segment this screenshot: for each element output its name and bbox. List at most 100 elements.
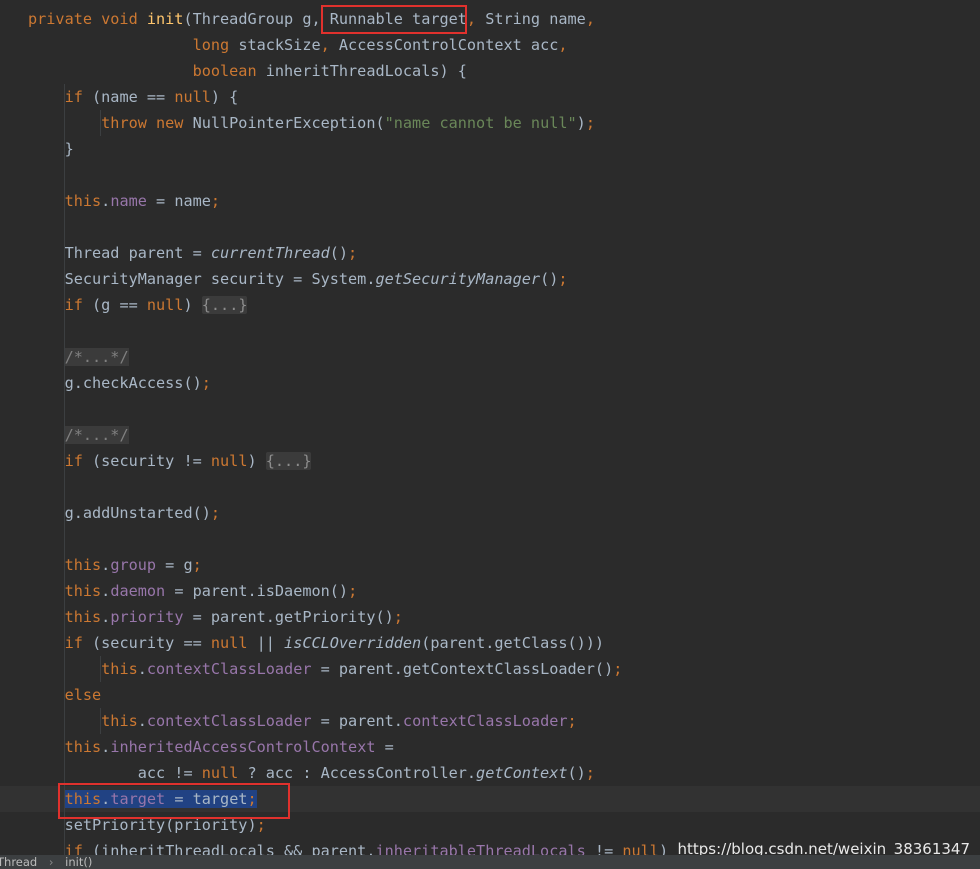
collapsed-comment[interactable]: /*...*/ bbox=[64, 426, 129, 444]
indent-guide bbox=[100, 708, 101, 734]
indent-guide bbox=[64, 110, 65, 136]
keyword-token: , bbox=[320, 36, 339, 54]
keyword-token: this bbox=[101, 712, 138, 730]
code-line[interactable]: g.addUnstarted(); bbox=[0, 500, 980, 526]
code-line[interactable]: if (security == null || isCCLOverridden(… bbox=[0, 630, 980, 656]
code-line[interactable]: this.inheritedAccessControlContext = bbox=[0, 734, 980, 760]
field-token: daemon bbox=[110, 582, 166, 600]
code-token: . bbox=[101, 582, 111, 600]
code-token: . bbox=[101, 738, 111, 756]
keyword-token: ; bbox=[585, 764, 595, 782]
breadcrumb-item-thread[interactable]: Thread bbox=[0, 855, 37, 869]
indent-guide bbox=[64, 578, 65, 604]
field-token: name bbox=[110, 192, 147, 210]
code-line[interactable]: if (security != null) {...} bbox=[0, 448, 980, 474]
code-token: NullPointerException( bbox=[192, 114, 385, 132]
field-token: contextClassLoader bbox=[146, 660, 312, 678]
code-line[interactable]: long stackSize, AccessControlContext acc… bbox=[0, 32, 980, 58]
keyword-token: this bbox=[64, 556, 102, 574]
code-line[interactable]: this.daemon = parent.isDaemon(); bbox=[0, 578, 980, 604]
keyword-token: long bbox=[192, 36, 239, 54]
code-line[interactable] bbox=[0, 162, 980, 188]
keyword-token: null bbox=[210, 634, 257, 652]
folded-block[interactable]: {...} bbox=[265, 452, 312, 470]
indent-guide bbox=[64, 448, 65, 474]
keyword-token: this bbox=[64, 738, 102, 756]
code-line[interactable] bbox=[0, 396, 980, 422]
chevron-right-icon: › bbox=[48, 855, 54, 869]
code-line[interactable] bbox=[0, 318, 980, 344]
code-line[interactable]: /*...*/ bbox=[0, 344, 980, 370]
code-editor[interactable]: private void init(ThreadGroup g, Runnabl… bbox=[0, 6, 980, 864]
code-line[interactable] bbox=[0, 214, 980, 240]
indent-guide bbox=[64, 318, 65, 344]
indent-guide bbox=[64, 604, 65, 630]
code-line[interactable]: this.contextClassLoader = parent.context… bbox=[0, 708, 980, 734]
code-line[interactable]: if (g == null) {...} bbox=[0, 292, 980, 318]
indent-guide bbox=[100, 656, 101, 682]
code-token: ) { bbox=[210, 88, 239, 106]
keyword-token: ; bbox=[348, 244, 358, 262]
keyword-token: ; bbox=[393, 608, 403, 626]
code-token: . bbox=[101, 556, 111, 574]
indent-guide bbox=[64, 370, 65, 396]
code-line[interactable]: this.group = g; bbox=[0, 552, 980, 578]
code-token: = name bbox=[146, 192, 211, 210]
highlight-box-runnable-target bbox=[321, 5, 467, 34]
code-line[interactable]: g.checkAccess(); bbox=[0, 370, 980, 396]
code-line[interactable]: /*...*/ bbox=[0, 422, 980, 448]
keyword-token: ; bbox=[558, 270, 568, 288]
keyword-token: if bbox=[64, 452, 93, 470]
code-line[interactable]: throw new NullPointerException("name can… bbox=[0, 110, 980, 136]
field-token: contextClassLoader bbox=[146, 712, 312, 730]
indent-guide bbox=[64, 734, 65, 760]
folded-block[interactable]: {...} bbox=[201, 296, 248, 314]
code-line[interactable]: private void init(ThreadGroup g, Runnabl… bbox=[0, 6, 980, 32]
indent-guide bbox=[64, 162, 65, 188]
collapsed-comment[interactable]: /*...*/ bbox=[64, 348, 129, 366]
static-call-token: currentThread bbox=[210, 244, 330, 262]
code-token: ) bbox=[183, 296, 202, 314]
keyword-token: if bbox=[64, 296, 93, 314]
code-token: g.addUnstarted() bbox=[28, 504, 211, 522]
code-line[interactable]: this.contextClassLoader = parent.getCont… bbox=[0, 656, 980, 682]
keyword-token: ; bbox=[613, 660, 623, 678]
keyword-token: ; bbox=[192, 556, 202, 574]
code-line[interactable] bbox=[0, 474, 980, 500]
code-line[interactable]: else bbox=[0, 682, 980, 708]
indent-guide bbox=[64, 500, 65, 526]
indent-guide bbox=[64, 214, 65, 240]
keyword-token: throw new bbox=[101, 114, 193, 132]
indent-guide bbox=[64, 552, 65, 578]
code-token: () bbox=[540, 270, 559, 288]
keyword-token: if bbox=[64, 88, 93, 106]
code-line[interactable]: if (name == null) { bbox=[0, 84, 980, 110]
breadcrumb-item-init[interactable]: init() bbox=[65, 855, 92, 869]
code-token: = parent.getContextClassLoader() bbox=[311, 660, 614, 678]
indent-guide bbox=[64, 344, 65, 370]
code-line[interactable]: boolean inheritThreadLocals) { bbox=[0, 58, 980, 84]
keyword-token: else bbox=[64, 686, 102, 704]
code-line[interactable]: SecurityManager security = System.getSec… bbox=[0, 266, 980, 292]
code-line[interactable] bbox=[0, 526, 980, 552]
keyword-token: this bbox=[101, 660, 138, 678]
code-token: (security != bbox=[92, 452, 211, 470]
static-call-token: getContext bbox=[476, 764, 568, 782]
string-literal-token: "name cannot be null" bbox=[384, 114, 577, 132]
keyword-token: ; bbox=[201, 374, 211, 392]
code-token: acc != bbox=[28, 764, 202, 782]
indent-guide bbox=[64, 682, 65, 708]
indent-guide bbox=[64, 630, 65, 656]
code-line[interactable]: Thread parent = currentThread(); bbox=[0, 240, 980, 266]
indent-guide bbox=[64, 266, 65, 292]
code-token: (security == bbox=[92, 634, 211, 652]
code-token: stackSize bbox=[238, 36, 321, 54]
code-line[interactable]: } bbox=[0, 136, 980, 162]
code-line[interactable]: this.priority = parent.getPriority(); bbox=[0, 604, 980, 630]
code-line[interactable]: this.name = name; bbox=[0, 188, 980, 214]
